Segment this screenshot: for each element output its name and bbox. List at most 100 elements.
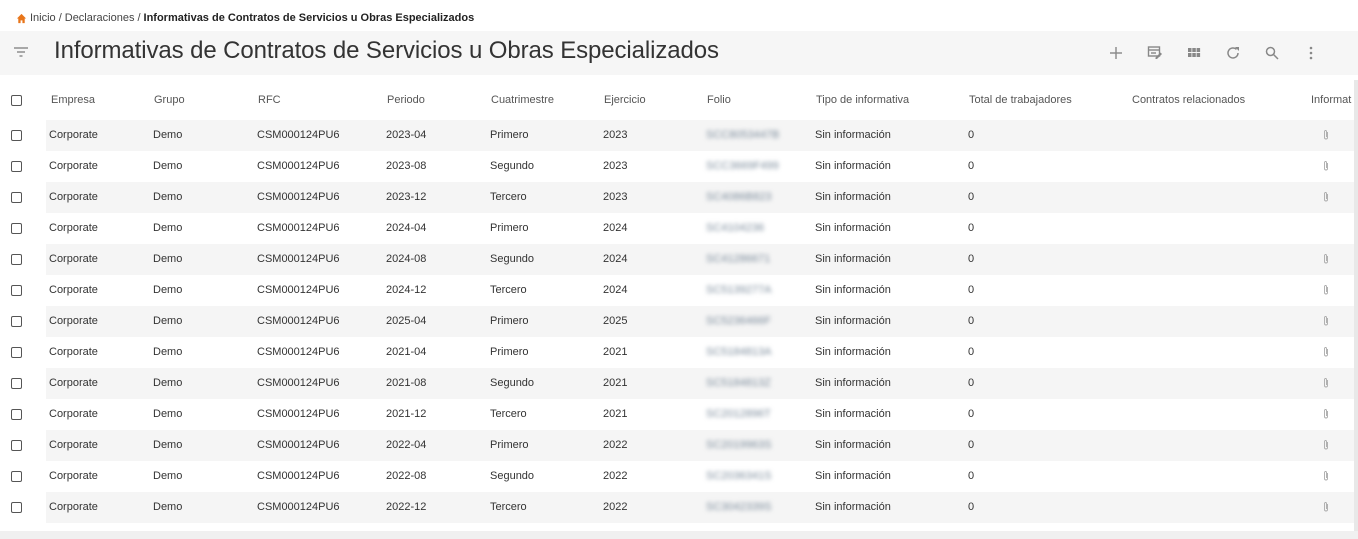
table-row[interactable]: Corporate Demo CSM000124PU6 2023-04 Primero 2… <box>0 120 1358 151</box>
page-header: Informativas de Contratos de Servicios u… <box>0 31 1358 75</box>
attachment-icon[interactable] <box>1322 284 1330 296</box>
col-periodo-cell: 2022-12 <box>386 501 427 513</box>
attachment-icon[interactable] <box>1322 129 1330 141</box>
table-row[interactable]: Corporate Demo CSM000124PU6 2022-04 Primero 2… <box>0 430 1358 461</box>
col-total-trabajadores-header[interactable]: Total de trabajadores <box>969 94 1072 106</box>
col-folio-cell: SC2019963S <box>706 439 772 451</box>
toolbar <box>1096 41 1330 65</box>
col-grupo-cell: Demo <box>153 315 183 327</box>
row-checkbox[interactable] <box>11 409 22 420</box>
col-periodo-header[interactable]: Periodo <box>387 94 425 106</box>
row-checkbox[interactable] <box>11 502 22 513</box>
edit-columns-button[interactable] <box>1135 41 1174 65</box>
breadcrumb-home[interactable]: Inicio <box>30 12 56 24</box>
col-cuatrimestre-cell: Segundo <box>490 377 535 389</box>
col-empresa-header[interactable]: Empresa <box>51 94 95 106</box>
table-body: Corporate Demo CSM000124PU6 2023-04 Primero 2… <box>0 120 1358 523</box>
grid-view-icon <box>1187 48 1200 57</box>
col-empresa-cell: Corporate <box>49 129 98 141</box>
row-checkbox[interactable] <box>11 347 22 358</box>
col-folio-cell: SC3042339S <box>706 501 772 513</box>
row-background <box>46 306 1358 337</box>
col-tipo-informativa-header[interactable]: Tipo de informativa <box>816 94 909 106</box>
attachment-icon[interactable] <box>1322 191 1330 203</box>
col-ejercicio-header[interactable]: Ejercicio <box>604 94 646 106</box>
table-row[interactable]: Corporate Demo CSM000124PU6 2021-12 Tercero 2… <box>0 399 1358 430</box>
row-checkbox[interactable] <box>11 192 22 203</box>
row-checkbox[interactable] <box>11 254 22 265</box>
col-tipo-informativa-cell: Sin información <box>815 470 891 482</box>
table-row[interactable]: Corporate Demo CSM000124PU6 2023-12 Tercero 2… <box>0 182 1358 213</box>
col-folio-header[interactable]: Folio <box>707 94 731 106</box>
scrollbar[interactable] <box>1354 80 1358 531</box>
col-folio-cell: SC41286671 <box>706 253 771 265</box>
add-button[interactable] <box>1096 41 1135 65</box>
col-empresa-cell: Corporate <box>49 191 98 203</box>
col-informativa-header[interactable]: Informat <box>1311 94 1351 106</box>
attachment-icon[interactable] <box>1322 470 1330 482</box>
table-row[interactable]: Corporate Demo CSM000124PU6 2021-08 Segundo 2… <box>0 368 1358 399</box>
col-total-trabajadores-cell: 0 <box>968 439 975 451</box>
col-grupo-cell: Demo <box>153 222 183 234</box>
attachment-icon[interactable] <box>1322 346 1330 358</box>
table-row[interactable]: Corporate Demo CSM000124PU6 2022-12 Tercero 2… <box>0 492 1358 523</box>
col-rfc-header[interactable]: RFC <box>258 94 281 106</box>
page-title: Informativas de Contratos de Servicios u… <box>54 37 719 64</box>
col-rfc-cell: CSM000124PU6 <box>257 439 340 451</box>
row-background <box>46 337 1358 368</box>
table-row[interactable]: Corporate Demo CSM000124PU6 2024-04 Primero 2… <box>0 213 1358 244</box>
col-periodo-cell: 2021-08 <box>386 377 427 389</box>
attachment-icon[interactable] <box>1322 315 1330 327</box>
row-checkbox[interactable] <box>11 440 22 451</box>
col-cuatrimestre-header[interactable]: Cuatrimestre <box>491 94 554 106</box>
table-row[interactable]: Corporate Demo CSM000124PU6 2025-04 Primero 2… <box>0 306 1358 337</box>
col-cuatrimestre-cell: Primero <box>490 346 529 358</box>
attachment-icon[interactable] <box>1322 377 1330 389</box>
row-checkbox[interactable] <box>11 285 22 296</box>
col-rfc-cell: CSM000124PU6 <box>257 408 340 420</box>
row-background <box>46 492 1358 523</box>
search-button[interactable] <box>1252 41 1291 65</box>
select-all-checkbox[interactable] <box>11 95 22 106</box>
row-checkbox[interactable] <box>11 316 22 327</box>
attachment-icon[interactable] <box>1322 408 1330 420</box>
table-row[interactable]: Corporate Demo CSM000124PU6 2024-08 Segundo 2… <box>0 244 1358 275</box>
attachment-icon[interactable] <box>1322 160 1330 172</box>
refresh-button[interactable] <box>1213 41 1252 65</box>
table-row[interactable]: Corporate Demo CSM000124PU6 2023-08 Segundo 2… <box>0 151 1358 182</box>
col-total-trabajadores-cell: 0 <box>968 160 975 172</box>
col-tipo-informativa-cell: Sin información <box>815 315 891 327</box>
col-rfc-cell: CSM000124PU6 <box>257 222 340 234</box>
row-checkbox[interactable] <box>11 161 22 172</box>
filter-icon[interactable] <box>13 45 29 59</box>
row-checkbox[interactable] <box>11 223 22 234</box>
home-icon[interactable] <box>16 13 27 24</box>
col-grupo-cell: Demo <box>153 253 183 265</box>
col-empresa-cell: Corporate <box>49 377 98 389</box>
row-background <box>46 213 1358 244</box>
grid-view-button[interactable] <box>1174 41 1213 65</box>
table-row[interactable]: Corporate Demo CSM000124PU6 2021-04 Primero 2… <box>0 337 1358 368</box>
attachment-icon[interactable] <box>1322 253 1330 265</box>
col-empresa-cell: Corporate <box>49 160 98 172</box>
row-checkbox[interactable] <box>11 471 22 482</box>
col-contratos-relacionados-header[interactable]: Contratos relacionados <box>1132 94 1245 106</box>
table-row[interactable]: Corporate Demo CSM000124PU6 2022-08 Segundo 2… <box>0 461 1358 492</box>
more-options-button[interactable] <box>1291 41 1330 65</box>
row-checkbox[interactable] <box>11 378 22 389</box>
attachment-icon[interactable] <box>1322 439 1330 451</box>
col-ejercicio-cell: 2022 <box>603 501 628 513</box>
breadcrumb-section[interactable]: Declaraciones <box>65 12 135 24</box>
attachment-icon[interactable] <box>1322 501 1330 513</box>
col-cuatrimestre-cell: Tercero <box>490 191 527 203</box>
col-cuatrimestre-cell: Primero <box>490 439 529 451</box>
col-ejercicio-cell: 2023 <box>603 160 628 172</box>
col-empresa-cell: Corporate <box>49 253 98 265</box>
horizontal-scrollbar[interactable] <box>0 531 1358 539</box>
col-grupo-cell: Demo <box>153 346 183 358</box>
table-row[interactable]: Corporate Demo CSM000124PU6 2024-12 Tercero 2… <box>0 275 1358 306</box>
col-cuatrimestre-cell: Segundo <box>490 253 535 265</box>
col-grupo-header[interactable]: Grupo <box>154 94 185 106</box>
row-checkbox[interactable] <box>11 130 22 141</box>
data-table: Empresa Grupo RFC Periodo Cuatrimestre Ejerci… <box>0 80 1358 523</box>
